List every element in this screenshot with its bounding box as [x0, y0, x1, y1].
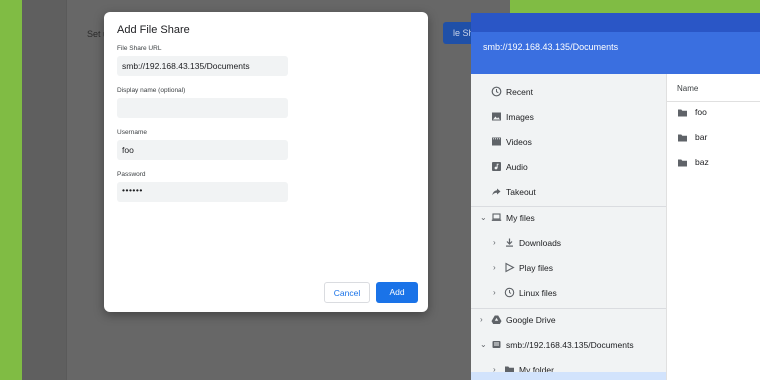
add-file-share-dialog: Add File Share File Share URL smb://192.…: [104, 12, 428, 312]
password-label: Password: [117, 171, 146, 178]
audio-icon: [491, 161, 502, 172]
header-divider: [667, 101, 760, 102]
nav-item-recent[interactable]: Recent: [471, 84, 666, 104]
clock-icon: [491, 86, 502, 97]
file-name: baz: [695, 157, 709, 167]
nav-label: Images: [506, 112, 534, 122]
nav-label: Play files: [519, 263, 554, 273]
chevron-down-icon[interactable]: ⌄: [480, 340, 487, 349]
chevron-right-icon[interactable]: ›: [480, 315, 483, 324]
nav-label: smb://192.168.43.135/Documents: [506, 340, 634, 350]
display-name-label: Display name (optional): [117, 87, 186, 94]
nav-divider: [471, 206, 666, 207]
file-list: Name foo bar baz: [666, 74, 760, 380]
video-icon: [491, 136, 502, 147]
image-icon: [491, 111, 502, 122]
nav-divider: [471, 308, 666, 309]
nav-label: Audio: [506, 162, 528, 172]
breadcrumb: smb://192.168.43.135/Documents: [483, 42, 619, 52]
add-button[interactable]: Add: [376, 282, 418, 303]
files-header: smb://192.168.43.135/Documents: [471, 32, 760, 74]
nav-label: My files: [506, 213, 535, 223]
list-item[interactable]: bar: [677, 131, 757, 147]
play-icon: [504, 262, 515, 273]
drive-icon: [491, 314, 502, 325]
nav-label: Recent: [506, 87, 533, 97]
list-item[interactable]: foo: [677, 106, 757, 122]
password-input[interactable]: ••••••: [117, 182, 288, 202]
dialog-title: Add File Share: [117, 24, 190, 36]
nav-selection-highlight: [471, 372, 666, 380]
chevron-right-icon[interactable]: ›: [493, 263, 496, 272]
nav-item-videos[interactable]: Videos: [471, 134, 666, 154]
nav-label: Google Drive: [506, 315, 556, 325]
title-bar: [471, 13, 760, 32]
chevron-right-icon[interactable]: ›: [493, 238, 496, 247]
nav-item-smb-share[interactable]: ⌄ smb://192.168.43.135/Documents: [471, 337, 666, 357]
column-header-name[interactable]: Name: [677, 84, 698, 93]
file-share-url-label: File Share URL: [117, 45, 162, 52]
nav-item-google-drive[interactable]: › Google Drive: [471, 312, 666, 332]
username-input[interactable]: foo: [117, 140, 288, 160]
display-name-input[interactable]: [117, 98, 288, 118]
list-item[interactable]: baz: [677, 156, 757, 172]
username-label: Username: [117, 129, 147, 136]
navigation-sidebar: Recent Images Videos Audio Takeout ⌄ My …: [471, 74, 666, 380]
nav-label: Videos: [506, 137, 532, 147]
nav-label: Linux files: [519, 288, 557, 298]
folder-icon: [677, 107, 688, 118]
nav-item-my-files[interactable]: ⌄ My files: [471, 210, 666, 230]
network-share-icon: [491, 339, 502, 350]
folder-icon: [677, 157, 688, 168]
folder-icon: [677, 132, 688, 143]
laptop-icon: [491, 212, 502, 223]
nav-item-play-files[interactable]: › Play files: [471, 260, 666, 280]
nav-item-downloads[interactable]: › Downloads: [471, 235, 666, 255]
file-name: foo: [695, 107, 707, 117]
nav-item-linux-files[interactable]: › Linux files: [471, 285, 666, 305]
chevron-right-icon[interactable]: ›: [493, 288, 496, 297]
share-arrow-icon: [491, 186, 502, 197]
file-share-url-input[interactable]: smb://192.168.43.135/Documents: [117, 56, 288, 76]
linux-icon: [504, 287, 515, 298]
nav-label: Downloads: [519, 238, 562, 248]
nav-item-audio[interactable]: Audio: [471, 159, 666, 179]
download-icon: [504, 237, 515, 248]
nav-item-takeout[interactable]: Takeout: [471, 184, 666, 204]
cancel-button[interactable]: Cancel: [324, 282, 370, 303]
chevron-down-icon[interactable]: ⌄: [480, 213, 487, 222]
files-app-window: smb://192.168.43.135/Documents Recent Im…: [471, 13, 760, 380]
nav-item-images[interactable]: Images: [471, 109, 666, 129]
file-name: bar: [695, 132, 708, 142]
nav-label: Takeout: [506, 187, 536, 197]
